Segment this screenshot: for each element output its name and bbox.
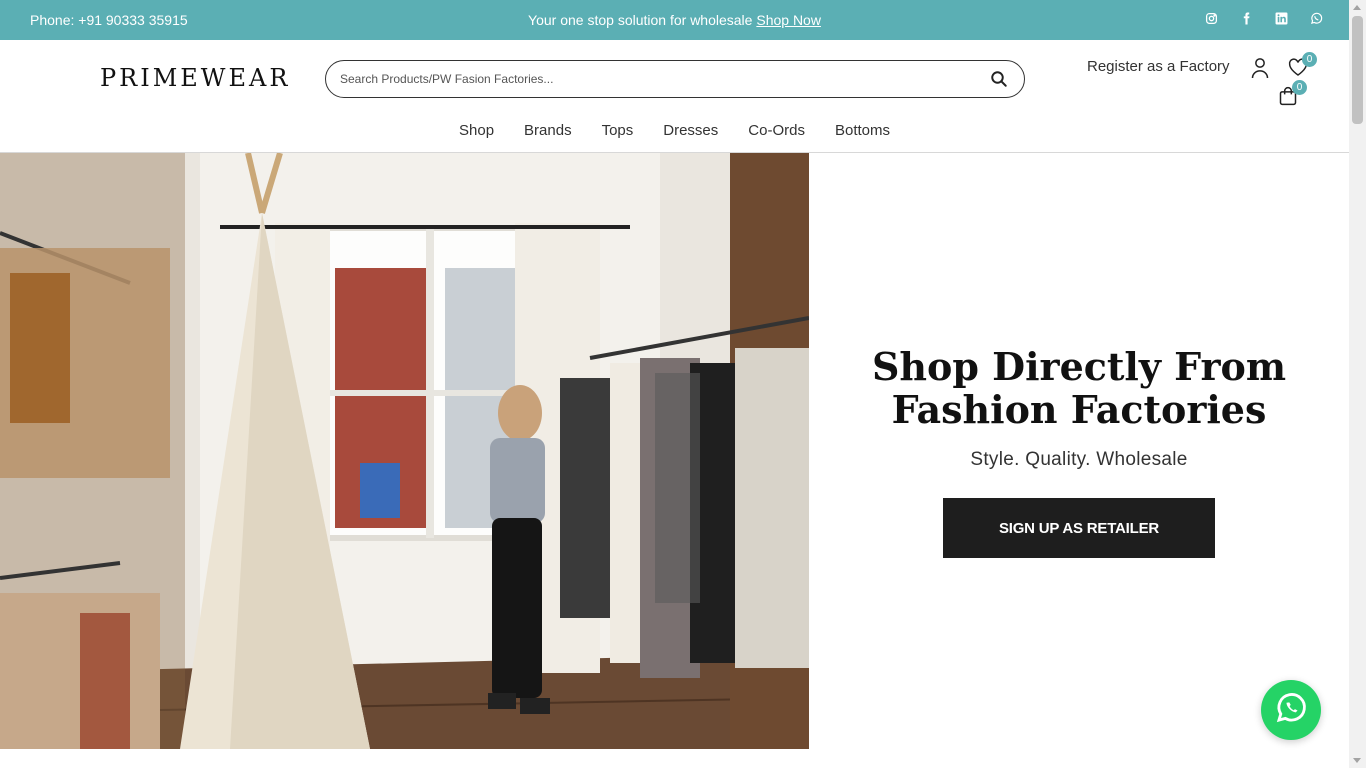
hero-subtitle: Style. Quality. Wholesale [970, 449, 1188, 470]
nav-item-brands[interactable]: Brands [524, 122, 572, 139]
facebook-icon[interactable] [1239, 11, 1253, 25]
hero-title: Shop Directly From Fashion Factories [809, 345, 1349, 431]
scroll-thumb[interactable] [1352, 16, 1363, 124]
search-bar [325, 60, 1025, 98]
main-nav: Shop Brands Tops Dresses Co-Ords Bottoms [0, 122, 1349, 139]
page: Phone: +91 90333 35915 Your one stop sol… [0, 0, 1366, 768]
social-links [1204, 11, 1323, 25]
sign-up-retailer-button[interactable]: SIGN UP AS RETAILER [943, 498, 1215, 558]
primewear-logo[interactable]: PRIMEWEAR [100, 64, 290, 92]
top-announcement-bar: Phone: +91 90333 35915 Your one stop sol… [0, 0, 1349, 40]
nav-item-bottoms[interactable]: Bottoms [835, 122, 890, 139]
site-header: PRIMEWEAR Register as a Factory 0 0 Shop… [0, 40, 1349, 153]
logo-text: PRIMEWEAR [100, 64, 291, 92]
wishlist-icon[interactable]: 0 [1288, 52, 1317, 82]
register-factory-link[interactable]: Register as a Factory [1087, 58, 1230, 75]
promo-text: Your one stop solution for wholesale [528, 12, 757, 28]
scroll-up-arrow[interactable] [1353, 5, 1361, 10]
shop-now-link[interactable]: Shop Now [756, 12, 821, 28]
hero-panel: Shop Directly From Fashion Factories Sty… [809, 153, 1349, 749]
hero-title-line1: Shop Directly From [871, 344, 1287, 389]
whatsapp-icon[interactable] [1309, 11, 1323, 25]
scroll-down-arrow[interactable] [1353, 758, 1361, 763]
nav-item-dresses[interactable]: Dresses [663, 122, 718, 139]
phone-number[interactable]: Phone: +91 90333 35915 [30, 12, 188, 28]
nav-item-co-ords[interactable]: Co-Ords [748, 122, 805, 139]
search-icon[interactable] [988, 68, 1010, 90]
user-account-icon[interactable] [1250, 57, 1270, 84]
nav-item-tops[interactable]: Tops [602, 122, 634, 139]
page-scrollbar[interactable] [1349, 0, 1366, 768]
nav-item-shop[interactable]: Shop [459, 122, 494, 139]
cart-count-badge: 0 [1292, 80, 1307, 95]
wishlist-count-badge: 0 [1302, 52, 1317, 67]
promo-message: Your one stop solution for wholesale Sho… [0, 12, 1349, 28]
instagram-icon[interactable] [1204, 11, 1218, 25]
hero-title-line2: Fashion Factories [891, 387, 1267, 432]
whatsapp-chat-button[interactable] [1261, 680, 1321, 740]
search-input[interactable] [340, 72, 988, 86]
cart-icon[interactable]: 0 [1278, 80, 1307, 111]
whatsapp-icon [1274, 691, 1308, 730]
linkedin-icon[interactable] [1274, 11, 1288, 25]
hero-image [0, 153, 809, 749]
